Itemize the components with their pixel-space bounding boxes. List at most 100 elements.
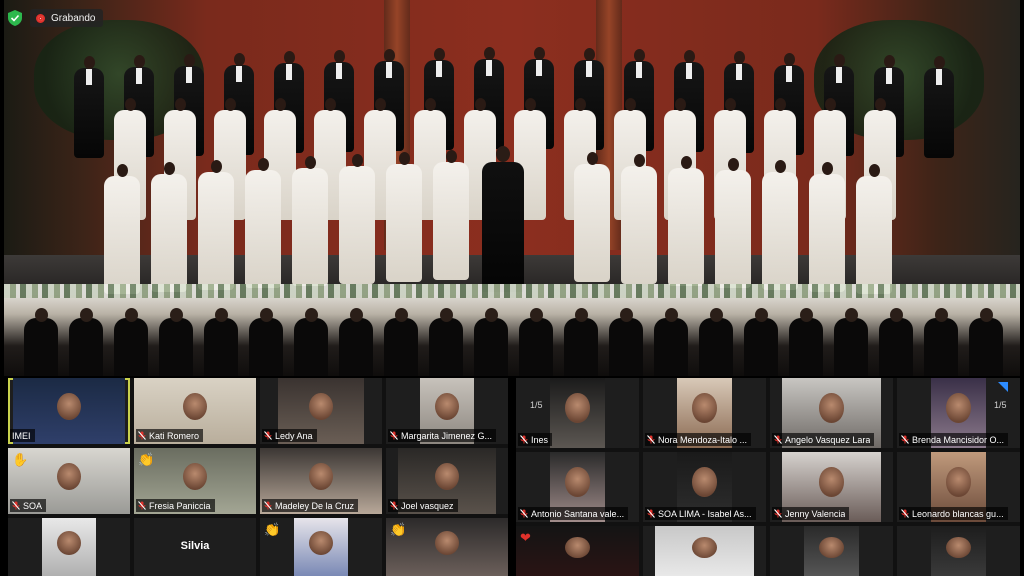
participant-tile[interactable]: Ledy Ana — [260, 378, 382, 444]
orchestra-musician — [474, 308, 508, 376]
mic-muted-icon — [647, 435, 655, 444]
participant-name: Brenda Mancisidor O... — [912, 434, 1005, 445]
participant-face — [565, 393, 590, 423]
participant-name-bar: Ledy Ana — [262, 429, 317, 442]
orchestra-musician — [429, 308, 463, 376]
participant-name-bar: SOA LIMA - Isabel As... — [645, 507, 756, 520]
mic-muted-icon — [12, 501, 20, 510]
shield-icon[interactable] — [8, 10, 22, 26]
participant-tile[interactable]: Ines — [516, 378, 639, 448]
participant-tile[interactable] — [897, 526, 1020, 576]
participant-name-bar: Joel vasquez — [388, 499, 458, 512]
participant-tile[interactable] — [643, 526, 766, 576]
page-indicator-right[interactable]: 1/5 — [994, 400, 1007, 410]
flower-garland — [4, 284, 1020, 298]
mic-muted-icon — [390, 431, 398, 440]
participant-face — [946, 393, 971, 423]
participant-tile[interactable]: SOA LIMA - Isabel As... — [643, 452, 766, 522]
choir-singer-dress — [245, 158, 281, 288]
participant-gallery-left: IMEI Kati Romero Ledy Ana Margarita Jimenez… — [8, 378, 508, 576]
participant-tile[interactable]: Nora Mendoza-Italo ... — [643, 378, 766, 448]
participant-tile[interactable]: IMEI — [8, 378, 130, 444]
orchestra-musician — [744, 308, 778, 376]
conductor — [482, 146, 524, 292]
choir-singer-dress — [715, 158, 751, 288]
participant-tile[interactable]: 👏 — [260, 518, 382, 576]
mic-muted-icon — [520, 435, 528, 444]
participant-tile[interactable]: Jenny Valencia — [770, 452, 893, 522]
choir-singer-suit — [74, 56, 104, 159]
orchestra-musician — [384, 308, 418, 376]
mic-muted-icon — [520, 509, 528, 518]
participant-tile[interactable]: ❤ — [516, 526, 639, 576]
participant-name: SOA — [23, 500, 43, 511]
mic-muted-icon — [138, 501, 146, 510]
mic-muted-icon — [390, 501, 398, 510]
mic-muted-icon — [774, 509, 782, 518]
participant-tile[interactable]: Margarita Jimenez G... — [386, 378, 508, 444]
choir-singer-dress — [198, 160, 234, 290]
participant-name-bar: Antonio Santana vale... — [518, 507, 629, 520]
orchestra-musician — [879, 308, 913, 376]
orchestra-musician — [564, 308, 598, 376]
orchestra-musician — [654, 308, 688, 376]
participant-name: Jenny Valencia — [785, 508, 846, 519]
orchestra-musician — [204, 308, 238, 376]
participant-name-bar: Jenny Valencia — [772, 507, 850, 520]
choir-singer-dress — [574, 152, 610, 282]
participant-gallery-right: Ines Nora Mendoza-Italo ... Angelo Vasquez… — [516, 378, 1020, 576]
participant-tile[interactable]: Silvia — [134, 518, 256, 576]
participant-face — [565, 537, 590, 558]
orchestra-musician — [924, 308, 958, 376]
orchestra-musician — [24, 308, 58, 376]
orchestra-musician — [969, 308, 1003, 376]
participant-tile[interactable]: 👏 Fresia Paniccia — [134, 448, 256, 514]
participant-name: Joel vasquez — [401, 500, 454, 511]
orchestra-musician — [69, 308, 103, 376]
choir-singer-suit — [924, 56, 954, 159]
participant-tile[interactable]: Angelo Vasquez Lara — [770, 378, 893, 448]
participant-tile[interactable]: Kati Romero — [134, 378, 256, 444]
participant-name: Madeley De la Cruz — [275, 500, 355, 511]
heart-icon: ❤ — [520, 530, 531, 545]
participant-face — [946, 467, 971, 497]
participant-name: Fresia Paniccia — [149, 500, 211, 511]
raised-hand-icon: ✋ — [12, 452, 29, 467]
mic-muted-icon — [774, 435, 782, 444]
page-indicator-left[interactable]: 1/5 — [530, 400, 543, 410]
participant-tile[interactable]: Antonio Santana vale... — [516, 452, 639, 522]
participant-face — [56, 530, 82, 556]
mic-muted-icon — [264, 431, 272, 440]
participant-tile[interactable] — [8, 518, 130, 576]
choir-singer-dress — [621, 154, 657, 284]
choir-singer-dress — [856, 164, 892, 294]
participant-name-bar: Fresia Paniccia — [136, 499, 215, 512]
participant-name: SOA LIMA - Isabel As... — [658, 508, 752, 519]
participant-tile[interactable]: Brenda Mancisidor O... — [897, 378, 1020, 448]
participant-name: Nora Mendoza-Italo ... — [658, 434, 748, 445]
participant-face — [692, 467, 717, 497]
participant-face — [565, 467, 590, 497]
participant-tile[interactable]: 👏 — [386, 518, 508, 576]
clap-icon: 👏 — [138, 452, 155, 467]
main-video-feed[interactable] — [4, 0, 1020, 376]
participant-face — [692, 393, 717, 423]
participant-name-bar: Margarita Jimenez G... — [388, 429, 497, 442]
participant-name: Angelo Vasquez Lara — [785, 434, 871, 445]
participant-tile[interactable]: Leonardo blancas gu... — [897, 452, 1020, 522]
mic-muted-icon — [138, 431, 146, 440]
mic-muted-icon — [647, 509, 655, 518]
participant-tile[interactable]: Joel vasquez — [386, 448, 508, 514]
participant-name-bar: Ines — [518, 433, 553, 446]
participant-tile[interactable]: Madeley De la Cruz — [260, 448, 382, 514]
participant-name: Antonio Santana vale... — [531, 508, 625, 519]
clap-icon: 👏 — [264, 522, 281, 537]
participant-name-bar: Madeley De la Cruz — [262, 499, 359, 512]
participant-tile[interactable] — [770, 526, 893, 576]
recording-indicator[interactable]: Grabando — [30, 9, 104, 27]
participant-face — [308, 530, 334, 556]
participant-name: Ines — [531, 434, 549, 445]
orchestra-musician — [609, 308, 643, 376]
choir-singer-dress — [386, 152, 422, 282]
participant-tile[interactable]: ✋ SOA — [8, 448, 130, 514]
